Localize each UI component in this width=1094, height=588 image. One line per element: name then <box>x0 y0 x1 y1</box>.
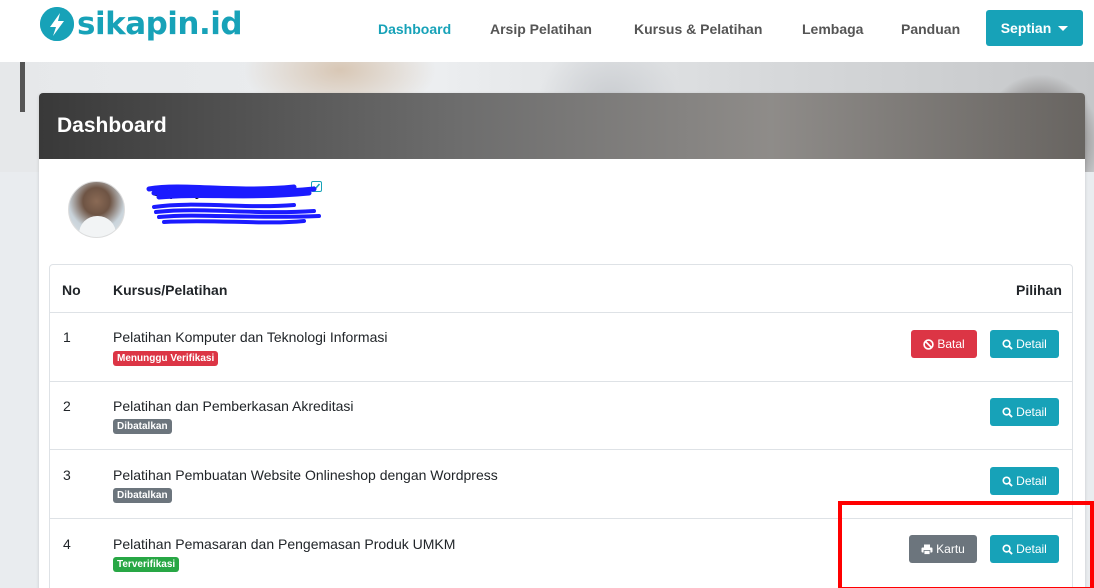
ban-icon <box>923 338 935 350</box>
status-badge: Terverifikasi <box>113 557 180 572</box>
user-name: Septian <box>1000 20 1052 36</box>
nav-kursus-pelatihan[interactable]: Kursus & Pelatihan <box>634 21 762 37</box>
course-title: Pelatihan Komputer dan Teknologi Informa… <box>113 329 388 345</box>
course-title: Pelatihan dan Pemberkasan Akreditasi <box>113 398 354 414</box>
search-icon <box>1002 338 1013 350</box>
user-dropdown-button[interactable]: Septian <box>986 10 1083 46</box>
detail-button-label: Detail <box>1016 474 1047 488</box>
brand-logo-icon <box>40 7 74 41</box>
detail-button-label: Detail <box>1016 405 1047 419</box>
table-row: 1 Pelatihan Komputer dan Teknologi Infor… <box>50 313 1072 382</box>
table-row: 3 Pelatihan Pembuatan Website Onlineshop… <box>50 450 1072 519</box>
print-card-button[interactable]: Kartu <box>909 535 977 563</box>
table-row: 2 Pelatihan dan Pemberkasan Akreditasi D… <box>50 382 1072 450</box>
detail-button[interactable]: Detail <box>990 535 1059 563</box>
status-badge: Menunggu Verifikasi <box>113 351 219 366</box>
column-header-no: No <box>62 282 81 298</box>
column-header-options: Pilihan <box>1016 282 1062 298</box>
print-icon <box>921 544 933 555</box>
card-header: Dashboard <box>39 93 1085 159</box>
search-icon <box>1002 543 1013 555</box>
detail-button-label: Detail <box>1016 337 1047 351</box>
nav-panduan[interactable]: Panduan <box>901 21 960 37</box>
status-badge: Dibatalkan <box>113 419 172 434</box>
detail-button[interactable]: Detail <box>990 330 1059 358</box>
nav-arsip-pelatihan[interactable]: Arsip Pelatihan <box>490 21 592 37</box>
status-badge: Dibatalkan <box>113 488 172 503</box>
detail-button-label: Detail <box>1016 542 1047 556</box>
row-number: 3 <box>63 467 71 483</box>
brand-name: sikapin.id <box>77 6 243 42</box>
caret-down-icon <box>1058 25 1069 31</box>
navbar: sikapin.id Dashboard Arsip Pelatihan Kur… <box>0 0 1094 62</box>
course-table: No Kursus/Pelatihan Pilihan 1 Pelatihan … <box>49 264 1073 588</box>
row-number: 2 <box>63 398 71 414</box>
cancel-button[interactable]: Batal <box>911 330 977 358</box>
cancel-button-label: Batal <box>937 337 965 351</box>
avatar <box>68 181 125 238</box>
course-title: Pelatihan Pembuatan Website Onlineshop d… <box>113 467 498 483</box>
nav-dashboard[interactable]: Dashboard <box>378 21 451 37</box>
column-header-course: Kursus/Pelatihan <box>113 282 228 298</box>
table-row: 4 Pelatihan Pemasaran dan Pengemasan Pro… <box>50 519 1072 588</box>
dashboard-card: Dashboard Septi tyo No Kursus/Pelatihan … <box>39 93 1085 588</box>
redaction-scribble <box>146 184 321 225</box>
print-card-button-label: Kartu <box>936 542 965 556</box>
avatar-shirt <box>79 216 116 237</box>
detail-button[interactable]: Detail <box>990 398 1059 426</box>
page-title: Dashboard <box>57 114 167 137</box>
table-header-row: No Kursus/Pelatihan Pilihan <box>50 265 1072 313</box>
nav-lembaga[interactable]: Lembaga <box>802 21 863 37</box>
row-number: 1 <box>63 329 71 345</box>
search-icon <box>1002 406 1013 418</box>
row-number: 4 <box>63 536 71 552</box>
course-title: Pelatihan Pemasaran dan Pengemasan Produ… <box>113 536 456 552</box>
detail-button[interactable]: Detail <box>990 467 1059 495</box>
search-icon <box>1002 475 1013 487</box>
brand[interactable]: sikapin.id <box>40 6 243 42</box>
hero-decoration <box>20 62 25 112</box>
